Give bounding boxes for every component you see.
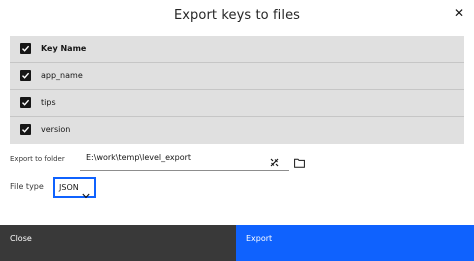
dialog-footer: Close Export	[0, 225, 474, 261]
chevron-down-icon	[82, 184, 90, 199]
clear-icon[interactable]	[269, 153, 280, 167]
file-type-select[interactable]: JSON	[53, 177, 96, 199]
row-checkbox[interactable]	[20, 97, 31, 108]
folder-icon[interactable]	[294, 153, 305, 168]
close-icon[interactable]: ✕	[452, 6, 466, 20]
row-checkbox[interactable]	[20, 124, 31, 135]
close-button[interactable]: Close	[0, 225, 236, 261]
table-header-row: Key Name	[10, 36, 464, 63]
table-row[interactable]: tips	[10, 90, 464, 117]
export-folder-input[interactable]: E:\work\temp\level_export	[80, 147, 289, 171]
key-name-cell: app_name	[41, 71, 83, 80]
export-folder-label: Export to folder	[10, 155, 65, 163]
key-name-cell: version	[41, 125, 71, 134]
export-keys-dialog: Export keys to files ✕ Key Name app_name…	[0, 0, 474, 261]
export-button[interactable]: Export	[236, 225, 474, 261]
table-row[interactable]: app_name	[10, 63, 464, 90]
close-button-label: Close	[10, 234, 32, 243]
export-folder-value: E:\work\temp\level_export	[86, 153, 192, 162]
table-row[interactable]: version	[10, 117, 464, 144]
file-type-label: File type	[10, 182, 44, 191]
select-all-checkbox[interactable]	[20, 43, 31, 54]
dialog-title: Export keys to files	[173, 8, 301, 23]
export-button-label: Export	[246, 234, 273, 243]
keys-table: Key Name app_name tips version	[10, 36, 464, 144]
row-checkbox[interactable]	[20, 70, 31, 81]
file-type-value: JSON	[59, 183, 79, 192]
key-name-cell: tips	[41, 98, 56, 107]
key-name-header: Key Name	[41, 44, 87, 53]
